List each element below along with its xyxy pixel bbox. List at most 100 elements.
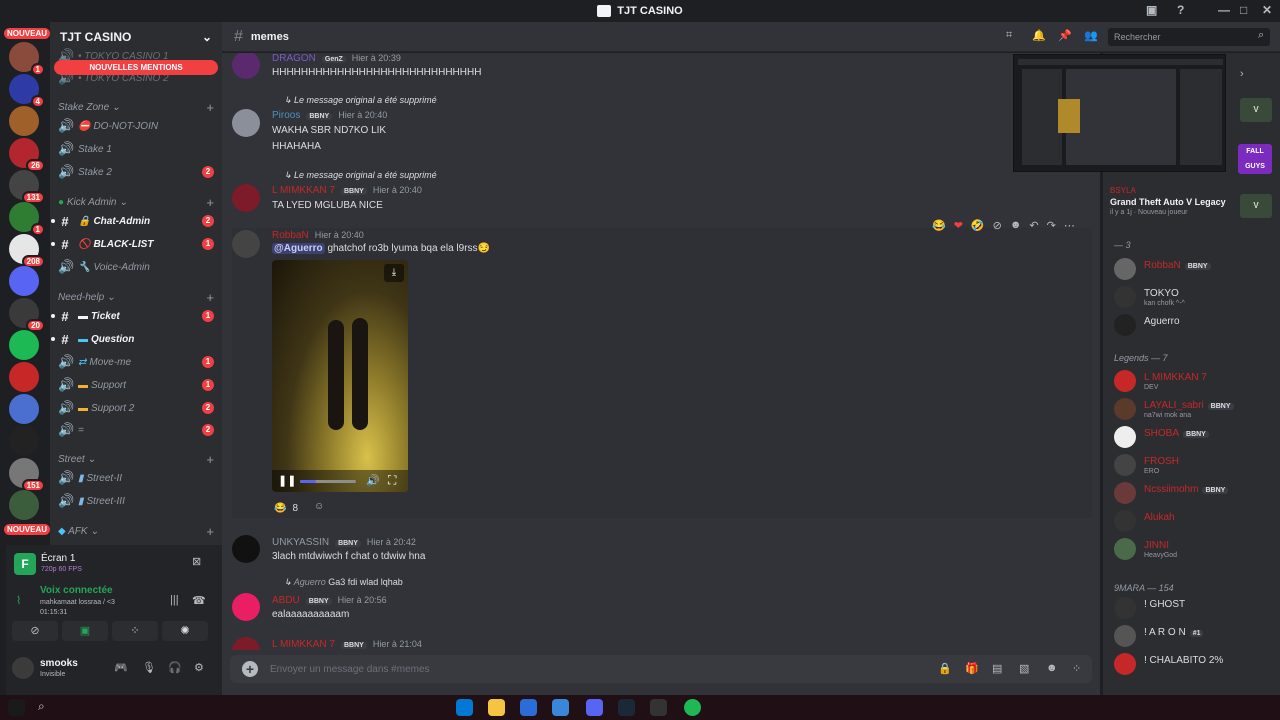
start-icon[interactable] xyxy=(8,699,25,716)
avatar[interactable] xyxy=(232,109,260,137)
server-icon[interactable] xyxy=(9,106,39,136)
headphones-icon[interactable]: 🎧 xyxy=(168,661,182,674)
channel-street-iii[interactable]: 🔊 ▮ Street-III xyxy=(58,491,214,511)
settings-gear-icon[interactable]: ⚙ xyxy=(194,661,204,674)
category-kick-admin[interactable]: ● Kick Admin ⌄ + xyxy=(58,195,214,210)
progress-bar[interactable] xyxy=(300,480,356,483)
microphone-icon[interactable]: 🎙 xyxy=(142,661,156,674)
member-row[interactable]: LAYALI_sabri BBNY na7wi mok ana xyxy=(1114,396,1274,422)
server-icon[interactable]: 1 xyxy=(9,42,45,76)
reaction[interactable]: 😂 8 xyxy=(274,500,298,516)
download-icon[interactable]: ⤓ xyxy=(384,264,404,282)
threads-icon[interactable]: ⌗ xyxy=(1006,29,1012,42)
category-afk[interactable]: ◆ AFK ⌄ + xyxy=(58,524,214,539)
add-reaction-icon[interactable]: ☻ xyxy=(1010,219,1022,239)
user-mention[interactable]: @Aguerro xyxy=(272,243,325,254)
search-input[interactable]: Rechercher xyxy=(1108,28,1270,46)
inbox-icon[interactable]: ▣ xyxy=(1146,3,1157,17)
video-attachment[interactable]: ⤓ ❚❚ 🔊 ⛶ xyxy=(272,260,408,492)
channel-stake-2[interactable]: 🔊 Stake 2 2 xyxy=(58,162,214,182)
add-reaction-icon[interactable]: ☺ xyxy=(314,501,324,512)
stop-stream-icon[interactable]: ⊠ xyxy=(192,555,201,568)
member-row[interactable]: L MIMKKAN 7 DEV xyxy=(1114,368,1274,394)
server-icon[interactable]: 4 xyxy=(9,74,45,108)
maximize-button[interactable]: □ xyxy=(1240,3,1247,17)
member-row[interactable]: SHOBA BBNY xyxy=(1114,424,1274,450)
minimize-button[interactable]: — xyxy=(1218,3,1230,17)
discord-icon[interactable] xyxy=(586,699,603,716)
emoji-picker-icon[interactable]: ☻ xyxy=(1046,662,1058,674)
avatar[interactable] xyxy=(232,535,260,563)
avatar[interactable] xyxy=(232,637,260,650)
add-channel-icon[interactable]: + xyxy=(206,100,214,115)
channel-chat-admin[interactable]: # 🔒 Chat-Admin 2 xyxy=(51,211,214,231)
stream-preview[interactable] xyxy=(1013,54,1226,172)
steam-icon[interactable] xyxy=(618,699,635,716)
gif-icon[interactable]: ▤ xyxy=(992,662,1002,675)
channel-voice-admin[interactable]: 🔊 🔧 Voice-Admin xyxy=(58,257,214,277)
server-icon[interactable] xyxy=(9,330,39,360)
avatar[interactable] xyxy=(232,184,260,212)
avatar[interactable] xyxy=(232,230,260,258)
member-row[interactable]: ! CHALABITO 2% xyxy=(1114,651,1274,677)
server-icon[interactable] xyxy=(9,362,39,392)
search-icon[interactable]: ⌕ xyxy=(38,699,55,716)
controller-icon[interactable]: 🎮 xyxy=(114,661,128,674)
add-attachment-icon[interactable]: + xyxy=(242,661,258,677)
reply-preview[interactable]: ↳ Aguerro Ga3 fdi wlad lqhab xyxy=(284,577,403,588)
author-name[interactable]: DRAGON xyxy=(272,53,316,64)
username[interactable]: smooks xyxy=(40,658,78,669)
member-row[interactable]: Ncssiimohm BBNY xyxy=(1114,480,1274,506)
chevron-right-icon[interactable]: › xyxy=(1240,68,1244,80)
lock-icon[interactable]: 🔒 xyxy=(938,662,952,675)
bell-icon[interactable]: 🔔 xyxy=(1032,29,1046,42)
disconnect-icon[interactable]: ☎ xyxy=(192,594,206,607)
folder-icon[interactable] xyxy=(488,699,505,716)
server-icon[interactable]: 151 xyxy=(9,458,45,492)
member-row[interactable]: RobbaN BBNY xyxy=(1114,256,1274,282)
activities-button[interactable]: ⁘ xyxy=(112,621,158,641)
add-channel-icon[interactable]: + xyxy=(206,195,214,210)
pause-icon[interactable]: ❚❚ xyxy=(278,474,296,487)
member-row[interactable]: JINNI HeavyGod xyxy=(1114,536,1274,562)
author-name[interactable]: RobbaN xyxy=(272,230,309,241)
member-row[interactable]: Aguerro xyxy=(1114,312,1274,338)
apps-icon[interactable]: ⁘ xyxy=(1072,662,1081,675)
category-need-help[interactable]: Need-help ⌄ + xyxy=(58,290,214,305)
voice-channel[interactable]: mahkamaat lossraa / <3 xyxy=(40,599,115,606)
forward-icon[interactable]: ↷ xyxy=(1047,219,1056,239)
server-icon[interactable]: 20 xyxy=(9,298,45,332)
author-name[interactable]: ABDU xyxy=(272,595,300,606)
add-channel-icon[interactable]: + xyxy=(206,524,214,539)
server-icon[interactable]: 1 xyxy=(9,202,45,236)
author-name[interactable]: Piroos xyxy=(272,110,300,121)
close-button[interactable]: ✕ xyxy=(1262,3,1272,17)
activity-card[interactable]: BSYLA Grand Theft Auto V Legacy il y a 1… xyxy=(1110,186,1274,216)
reply-preview[interactable]: ↳ Le message original a été supprimé xyxy=(284,95,437,106)
member-row[interactable]: TOKYO kan chofk ^-^ xyxy=(1114,284,1274,310)
add-channel-icon[interactable]: + xyxy=(206,452,214,467)
channel-stake-1[interactable]: 🔊 Stake 1 xyxy=(58,139,214,159)
fall-guys-icon[interactable]: FALL GUYS xyxy=(1238,144,1272,174)
hide-icon[interactable]: ⊘ xyxy=(993,219,1002,239)
rofl-emoji-icon[interactable]: 🤣 xyxy=(971,219,985,239)
category-street[interactable]: Street ⌄ + xyxy=(58,452,214,467)
camera-off-button[interactable]: ⊘ xyxy=(12,621,58,641)
channel-do-not-join[interactable]: 🔊 ⛔ DO-NOT-JOIN xyxy=(58,116,214,136)
soundboard-icon[interactable]: ||| xyxy=(170,594,179,606)
avatar[interactable] xyxy=(232,53,260,79)
member-row[interactable]: Alukah xyxy=(1114,508,1274,534)
help-icon[interactable]: ? xyxy=(1177,3,1184,17)
gta-icon[interactable]: V xyxy=(1240,98,1272,122)
avatar[interactable] xyxy=(232,593,260,621)
share-screen-button[interactable]: ▣ xyxy=(62,621,108,641)
channel-support[interactable]: 🔊 ▬ Support 1 xyxy=(58,375,214,395)
server-icon[interactable]: 26 xyxy=(9,138,45,172)
new-mentions-button[interactable]: NOUVELLES MENTIONS xyxy=(54,60,218,75)
add-channel-icon[interactable]: + xyxy=(206,290,214,305)
pin-icon[interactable]: 📌 xyxy=(1058,29,1072,42)
message-input[interactable]: + Envoyer un message dans #memes 🔒 🎁 ▤ ▧… xyxy=(230,655,1092,683)
author-name[interactable]: L MIMKKAN 7 xyxy=(272,639,335,650)
server-icon[interactable] xyxy=(9,394,39,424)
channel-support-2[interactable]: 🔊 ▬ Support 2 2 xyxy=(58,398,214,418)
